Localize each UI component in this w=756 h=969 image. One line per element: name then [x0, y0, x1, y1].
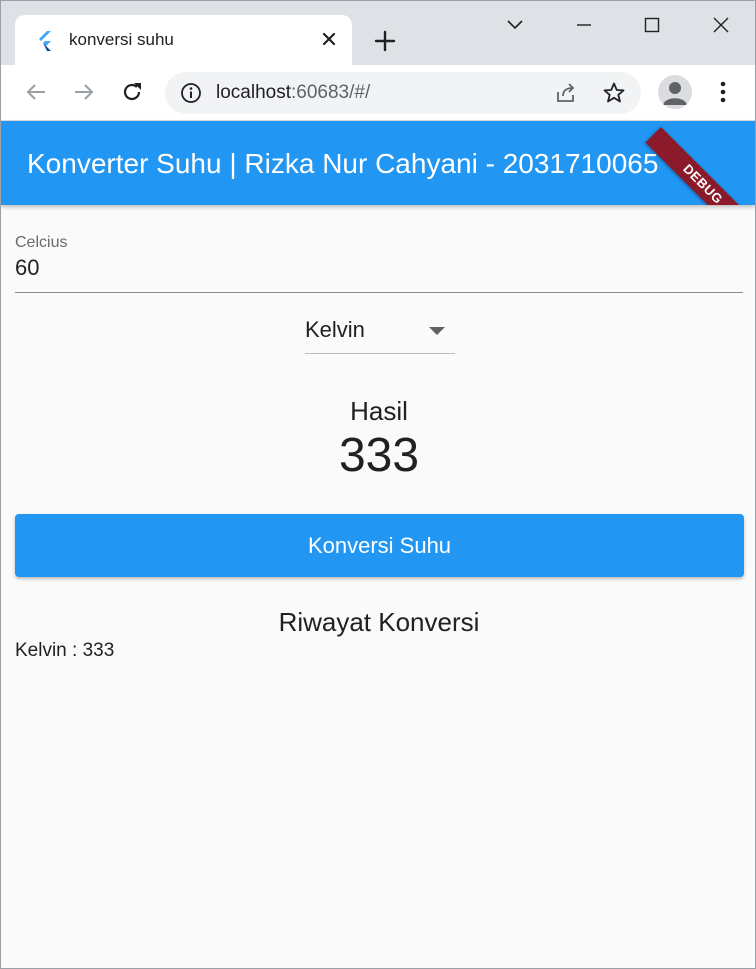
- history-title: Riwayat Konversi: [278, 607, 480, 637]
- reload-icon[interactable]: [117, 77, 147, 107]
- site-info-icon[interactable]: [180, 82, 202, 104]
- maximize-icon[interactable]: [638, 11, 666, 39]
- result-value: 333: [338, 429, 420, 482]
- history-item: Kelvin : 333: [15, 640, 115, 661]
- tab-search-chevron-icon[interactable]: [501, 11, 529, 39]
- tab-active[interactable]: konversi suhu: [15, 15, 352, 65]
- share-icon[interactable]: [554, 81, 578, 105]
- result-label: Hasil: [350, 396, 408, 426]
- url-text: localhost:60683/#/: [216, 82, 370, 104]
- app-title: Konverter Suhu | Rizka Nur Cahyani - 203…: [27, 148, 659, 179]
- dropdown-selected-value: Kelvin: [305, 317, 365, 342]
- browser-toolbar: localhost:60683/#/: [1, 65, 755, 121]
- forward-arrow-icon[interactable]: [69, 77, 99, 107]
- debug-banner: DEBUG: [645, 127, 755, 205]
- url-host: localhost: [216, 82, 291, 103]
- tab-strip: konversi suhu: [1, 1, 755, 65]
- dropdown-arrow-icon: [429, 327, 445, 335]
- url-path: :60683/#/: [291, 82, 371, 103]
- minimize-icon[interactable]: [570, 11, 598, 39]
- close-window-icon[interactable]: [707, 11, 735, 39]
- browser-window: konversi suhu localhost:60683/#/ Konvert…: [0, 0, 756, 969]
- flutter-logo-icon: [35, 29, 55, 51]
- profile-avatar-icon[interactable]: [658, 75, 692, 109]
- back-arrow-icon[interactable]: [21, 77, 51, 107]
- celcius-field-label: Celcius: [15, 234, 68, 251]
- new-tab-plus-icon[interactable]: [371, 27, 399, 55]
- celcius-input[interactable]: 60: [15, 255, 743, 293]
- bookmark-star-icon[interactable]: [602, 81, 626, 105]
- close-tab-icon[interactable]: [318, 28, 340, 50]
- tab-title: konversi suhu: [69, 30, 174, 49]
- app-bar: Konverter Suhu | Rizka Nur Cahyani - 203…: [1, 121, 755, 205]
- kebab-menu-icon[interactable]: [711, 79, 735, 105]
- unit-dropdown[interactable]: Kelvin: [305, 313, 455, 354]
- address-bar[interactable]: localhost:60683/#/: [165, 72, 641, 114]
- convert-button[interactable]: Konversi Suhu: [15, 514, 744, 577]
